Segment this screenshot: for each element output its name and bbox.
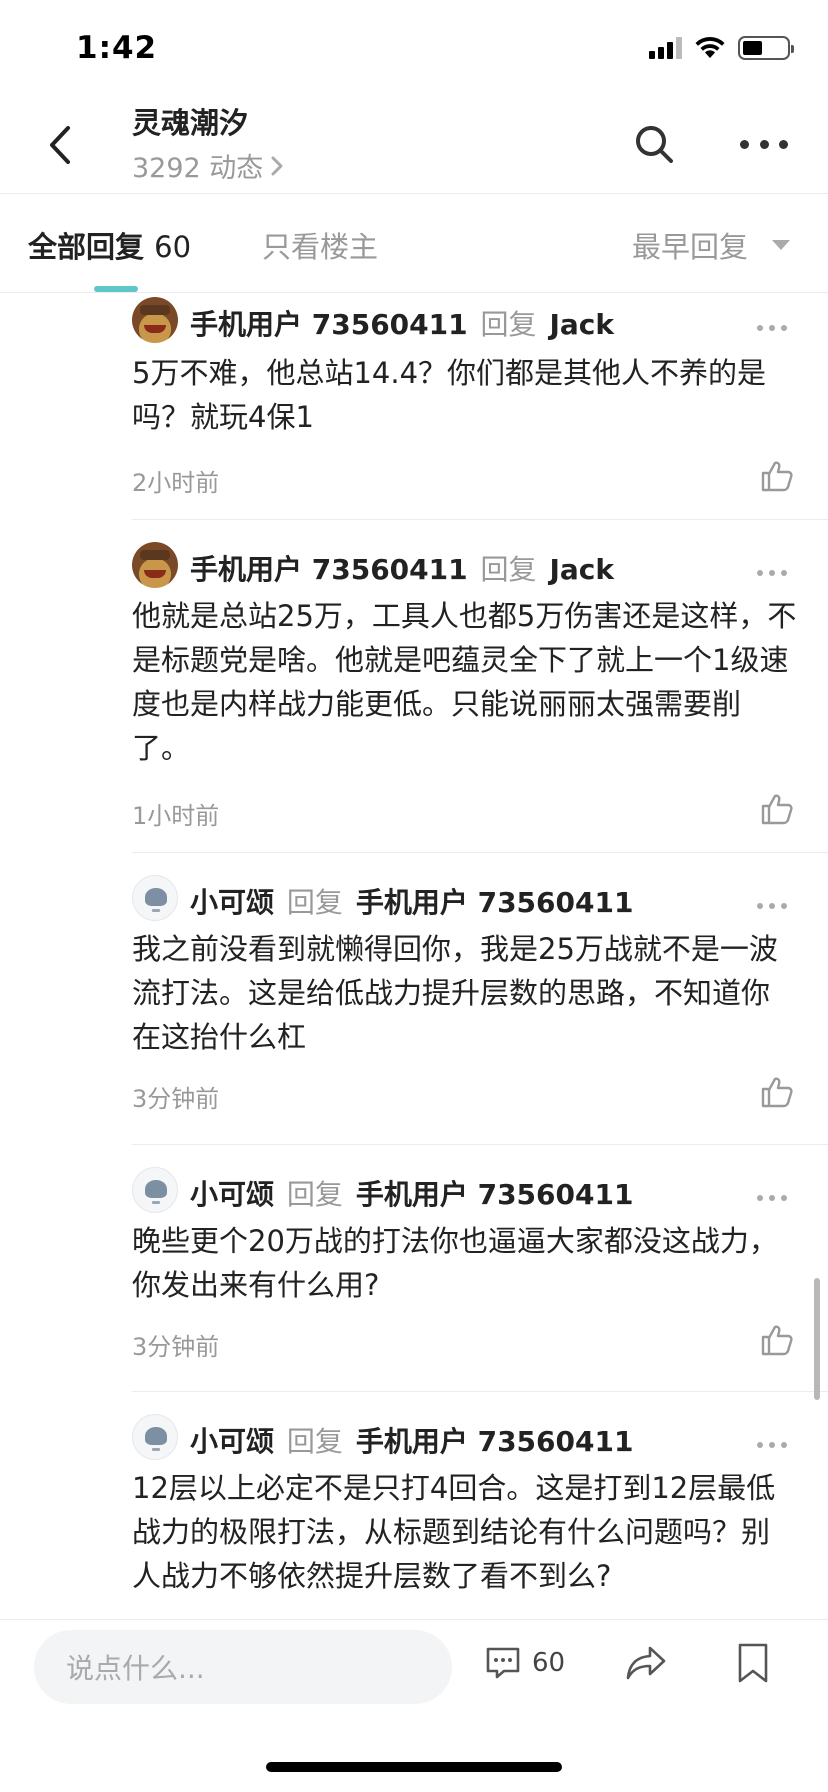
- reply-word: 回复: [286, 886, 343, 919]
- bottom-bar: 说点什么... 60: [0, 1620, 828, 1792]
- avatar[interactable]: [132, 1414, 178, 1460]
- comment-text: 晚些更个20万战的打法你也逼逼大家都没这战力，你发出来有什么用?: [132, 1224, 778, 1302]
- status-icons: [649, 36, 794, 60]
- comment-count: 60: [532, 1648, 566, 1678]
- comment-author[interactable]: 小可颂: [190, 1178, 274, 1211]
- activity-count: 3292 动态: [132, 153, 264, 184]
- like-thumb-icon[interactable]: [760, 792, 794, 826]
- caret-down-icon: [772, 240, 791, 250]
- comment-author[interactable]: 小可颂: [190, 886, 274, 919]
- comment-divider: [132, 1144, 828, 1145]
- reply-target[interactable]: 手机用户 73560411: [356, 1425, 634, 1458]
- comment-header: 手机用户 73560411 回复 Jack: [190, 548, 614, 588]
- status-time: 1:42: [76, 30, 158, 66]
- reply-word: 回复: [480, 553, 537, 586]
- comment-time: 2小时前: [132, 469, 220, 497]
- back-button[interactable]: [40, 120, 80, 170]
- battery-icon: [738, 36, 794, 60]
- tab-all-count: 60: [154, 230, 192, 264]
- comment-more-button[interactable]: [757, 903, 787, 913]
- comment-header: 小可颂 回复 手机用户 73560411: [190, 1173, 633, 1213]
- reply-tabs: 全部回复 60 只看楼主 最早回复: [0, 194, 828, 292]
- reply-word: 回复: [480, 308, 537, 341]
- reply-target[interactable]: 手机用户 73560411: [356, 1178, 634, 1211]
- bookmark-button[interactable]: [736, 1642, 770, 1684]
- chevron-right-icon: [271, 156, 283, 175]
- avatar[interactable]: [132, 1167, 178, 1213]
- comment-list: 手机用户 73560411 回复 Jack 5万不难，他总站14.4？你们都是其…: [0, 293, 828, 1619]
- comment-time: 3分钟前: [132, 1085, 220, 1113]
- comment-divider: [132, 519, 828, 520]
- comment-time: 1小时前: [132, 802, 220, 830]
- comment-more-button[interactable]: [757, 1442, 787, 1452]
- comment-header: 手机用户 73560411 回复 Jack: [190, 303, 614, 343]
- like-thumb-icon[interactable]: [760, 1323, 794, 1357]
- reply-word: 回复: [286, 1178, 343, 1211]
- comment-bubble-icon: [486, 1647, 520, 1679]
- like-thumb-icon[interactable]: [760, 459, 794, 493]
- comment-author[interactable]: 手机用户 73560411: [190, 308, 468, 341]
- comment-text: 12层以上必定不是只打4回合。这是打到12层最低战力的极限打法，从标题到结论有什…: [132, 1471, 776, 1593]
- comment-author[interactable]: 手机用户 73560411: [190, 553, 468, 586]
- comment-text: 我之前没看到就懒得回你，我是25万战就不是一波流打法。这是给低战力提升层数的思路…: [132, 932, 778, 1054]
- tab-all-label: 全部回复: [28, 230, 145, 264]
- comment-text: 他就是总站25万，工具人也都5万伤害还是这样，不是标题党是啥。他就是吧蕴灵全下了…: [132, 599, 797, 765]
- comments-button[interactable]: 60: [484, 1644, 565, 1682]
- scrollbar[interactable]: [814, 1278, 820, 1400]
- comment-author[interactable]: 小可颂: [190, 1425, 274, 1458]
- avatar[interactable]: [132, 542, 178, 588]
- tab-owner-only[interactable]: 只看楼主: [262, 224, 378, 266]
- reply-target[interactable]: Jack: [549, 308, 614, 341]
- comment-input[interactable]: 说点什么...: [34, 1630, 452, 1704]
- comment-more-button[interactable]: [757, 570, 787, 580]
- like-thumb-icon[interactable]: [760, 1075, 794, 1109]
- cellular-signal-icon: [649, 37, 682, 59]
- comment-divider: [132, 852, 828, 853]
- reply-target[interactable]: 手机用户 73560411: [356, 886, 634, 919]
- activity-count-link[interactable]: 3292 动态: [132, 146, 285, 185]
- avatar[interactable]: [132, 297, 178, 343]
- comment-more-button[interactable]: [757, 1195, 787, 1205]
- comment-time: 3分钟前: [132, 1333, 220, 1361]
- sort-dropdown[interactable]: 最早回复: [632, 224, 791, 266]
- more-options-button[interactable]: [740, 122, 788, 166]
- avatar[interactable]: [132, 875, 178, 921]
- comment-header: 小可颂 回复 手机用户 73560411: [190, 1420, 633, 1460]
- status-bar: 1:42: [0, 0, 828, 100]
- tab-all-replies[interactable]: 全部回复 60: [28, 224, 191, 266]
- comment-divider: [132, 1391, 828, 1392]
- share-button[interactable]: [624, 1644, 668, 1684]
- reply-target[interactable]: Jack: [549, 553, 614, 586]
- comment-more-button[interactable]: [757, 325, 787, 335]
- comment-header: 小可颂 回复 手机用户 73560411: [190, 881, 633, 921]
- home-indicator: [266, 1762, 562, 1772]
- sort-label: 最早回复: [632, 230, 749, 264]
- comment-text: 5万不难，他总站14.4？你们都是其他人不养的是吗？就玩4保1: [132, 356, 767, 434]
- reply-word: 回复: [286, 1425, 343, 1458]
- header: 灵魂潮汐 3292 动态: [0, 100, 828, 192]
- page-title: 灵魂潮汐: [132, 106, 249, 140]
- wifi-icon: [695, 36, 725, 58]
- search-button[interactable]: [632, 122, 676, 166]
